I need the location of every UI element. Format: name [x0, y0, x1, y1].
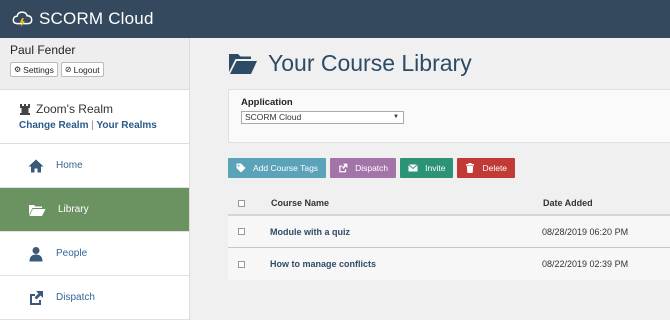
person-icon [29, 246, 43, 261]
folder-open-icon [29, 204, 46, 216]
table-row[interactable]: How to manage conflicts 08/22/2019 02:39… [228, 247, 670, 280]
invite-label: Invite [425, 163, 446, 173]
add-course-tags-label: Add Course Tags [253, 163, 319, 173]
sidebar-item-people[interactable]: People [0, 232, 189, 276]
action-toolbar: Add Course Tags Dispatch Invite Delete [228, 158, 516, 178]
page-title: Your Course Library [268, 50, 472, 76]
sidebar-item-label: Dispatch [56, 292, 95, 303]
settings-button[interactable]: ⚙ Settings [10, 62, 58, 77]
date-added: 08/22/2019 02:39 PM [542, 259, 629, 269]
application-label: Application [241, 97, 293, 108]
course-table: Course Name Date Added Module with a qui… [228, 192, 670, 280]
dispatch-button[interactable]: Dispatch [330, 158, 397, 178]
user-name: Paul Fender [10, 43, 76, 57]
tag-icon [236, 163, 246, 173]
cloud-lightning-icon[interactable] [12, 8, 34, 30]
add-course-tags-button[interactable]: Add Course Tags [228, 158, 327, 178]
delete-button[interactable]: Delete [457, 158, 516, 178]
dispatch-label: Dispatch [355, 163, 389, 173]
realm-name: Zoom's Realm [36, 102, 113, 116]
application-select[interactable]: SCORM Cloud ▼ [241, 111, 404, 124]
app-title[interactable]: SCORM Cloud [39, 9, 154, 29]
gear-icon: ⚙ [14, 65, 22, 74]
application-selected-value: SCORM Cloud [245, 112, 302, 122]
row-checkbox[interactable] [238, 228, 245, 235]
share-icon [30, 290, 43, 305]
column-header-date-added[interactable]: Date Added [543, 198, 593, 208]
envelope-icon [408, 164, 418, 172]
realm-panel: Zoom's Realm Change Realm | Your Realms [0, 90, 189, 144]
sidebar-item-label: Library [58, 204, 89, 215]
main-content: Your Course Library Application SCORM Cl… [190, 38, 670, 320]
realm-link-separator: | [91, 120, 94, 131]
change-realm-link[interactable]: Change Realm [19, 120, 88, 131]
course-name-link[interactable]: Module with a quiz [270, 227, 542, 237]
no-entry-icon: ⊘ [64, 65, 72, 74]
castle-icon [20, 103, 30, 115]
select-all-checkbox[interactable] [238, 199, 245, 207]
trash-icon [466, 163, 475, 173]
sidebar-item-label: People [56, 248, 88, 259]
sidebar-item-label: Home [56, 160, 83, 171]
logout-label: Logout [73, 64, 100, 75]
sidebar-item-home[interactable]: Home [0, 144, 189, 188]
your-realms-link[interactable]: Your Realms [96, 120, 156, 131]
sidebar: Paul Fender ⚙ Settings ⊘ Logout Zoom's R… [0, 38, 190, 320]
home-icon [28, 159, 44, 172]
sidebar-item-library[interactable]: Library [0, 188, 189, 232]
share-icon [339, 163, 348, 173]
column-header-course-name[interactable]: Course Name [271, 198, 543, 208]
folder-open-icon [229, 53, 257, 74]
date-added: 08/28/2019 06:20 PM [542, 226, 629, 237]
dropdown-arrow-icon: ▼ [393, 114, 399, 120]
row-checkbox[interactable] [238, 260, 245, 268]
course-name-link[interactable]: How to manage conflicts [270, 259, 542, 269]
sidebar-item-dispatch[interactable]: Dispatch [0, 276, 189, 320]
table-header: Course Name Date Added [228, 192, 670, 214]
logout-button[interactable]: ⊘ Logout [60, 62, 104, 77]
user-panel: Paul Fender ⚙ Settings ⊘ Logout [0, 38, 189, 90]
delete-label: Delete [482, 163, 508, 173]
application-panel: Application SCORM Cloud ▼ [228, 89, 670, 143]
settings-label: Settings [23, 64, 54, 75]
table-row[interactable]: Module with a quiz 08/28/2019 06:20 PM [228, 214, 670, 247]
top-bar: SCORM Cloud [0, 0, 670, 38]
invite-button[interactable]: Invite [400, 158, 454, 178]
